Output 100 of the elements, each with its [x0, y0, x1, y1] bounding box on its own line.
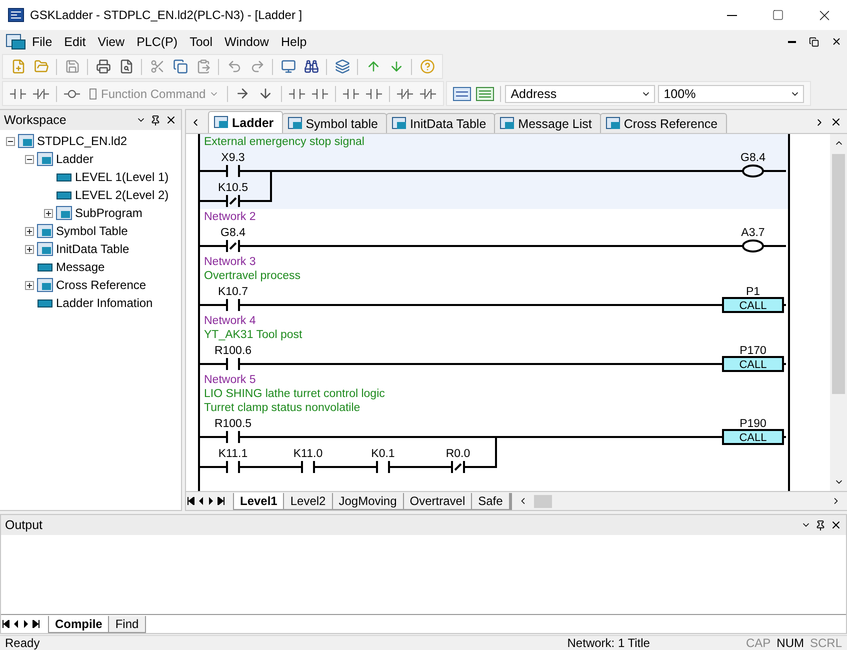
maximize-icon [772, 9, 784, 21]
network-block[interactable]: External emergency stop signal X9.3 K10.5 G8.4 [200, 134, 788, 209]
coil-label: A3.7 [741, 227, 765, 239]
vertical-scrollbar[interactable] [830, 134, 847, 491]
menu-item[interactable]: Window [218, 32, 275, 50]
tree-item[interactable]: LEVEL 2(Level 2) [75, 188, 169, 202]
zoom-dropdown[interactable]: 100% [658, 84, 804, 102]
status-message: Ready [5, 636, 40, 650]
document-tab[interactable]: Symbol table [282, 113, 387, 133]
rung-wire [784, 304, 786, 306]
collapse-icon[interactable] [6, 136, 15, 146]
folder-icon [56, 206, 72, 220]
previous-page-icon [13, 620, 19, 628]
arrow-right-icon [235, 86, 250, 101]
normally-open-contact [299, 460, 317, 474]
coil-symbol [742, 240, 764, 252]
tree-item[interactable]: SubProgram [75, 206, 142, 220]
arrow-down-icon [258, 86, 274, 101]
new-file-icon [10, 59, 26, 74]
document-tab[interactable]: Message List [494, 113, 601, 133]
scrollbar-thumb[interactable] [832, 154, 845, 394]
expand-icon[interactable] [44, 208, 53, 218]
normally-open-contact [224, 164, 242, 178]
contact-label: K10.7 [218, 286, 248, 298]
tree-item[interactable]: STDPLC_EN.ld2 [37, 134, 128, 148]
tree-item[interactable]: Cross Reference [56, 278, 146, 292]
panel-title: Output [5, 518, 44, 532]
contact-icon [288, 88, 305, 100]
contact-icon [342, 88, 359, 100]
closed-contact-icon [420, 88, 436, 100]
network-block[interactable]: Network 2 G8.4 A3.7 [200, 209, 788, 254]
network-title: Network 4 [203, 314, 257, 328]
last-page-button[interactable] [31, 617, 41, 631]
address-dropdown[interactable]: Address [504, 84, 655, 102]
menu-item[interactable]: PLC(P) [130, 32, 184, 50]
next-page-icon [208, 497, 214, 505]
last-page-button[interactable] [216, 494, 226, 508]
last-page-icon [217, 497, 225, 505]
pin-icon[interactable] [150, 114, 161, 126]
minimize-icon [727, 14, 737, 16]
tree-item[interactable]: InitData Table [56, 242, 130, 256]
tab-icon [500, 117, 516, 130]
sheet-tab[interactable]: Level1 [233, 492, 284, 510]
normally-open-contact [224, 357, 242, 371]
contact-label: X9.3 [221, 152, 245, 164]
tree-item[interactable]: Ladder Infomation [56, 296, 153, 310]
tree-item[interactable]: Symbol Table [56, 224, 128, 238]
output-tab[interactable]: Compile [48, 616, 110, 632]
menu-item[interactable]: Help [274, 32, 313, 50]
normally-open-contact [224, 430, 242, 444]
first-page-button[interactable] [1, 617, 11, 631]
menu-item[interactable]: View [92, 32, 131, 50]
document-tab[interactable]: InitData Table [386, 113, 496, 133]
rung-wire [763, 170, 786, 172]
sheet-tab[interactable]: Safe [471, 492, 510, 510]
monitor-icon [280, 59, 296, 74]
menu-item[interactable]: Tool [184, 32, 218, 50]
tree-item[interactable]: LEVEL 1(Level 1) [75, 170, 169, 184]
document-icon [6, 34, 26, 50]
printer-icon [96, 59, 110, 74]
tree-item[interactable]: Ladder [56, 152, 94, 166]
network-comment: Turret clamp status nonvolatile [203, 401, 362, 415]
first-page-icon [187, 497, 195, 505]
pin-icon[interactable] [815, 520, 826, 530]
network-title: Network 2 [203, 210, 257, 224]
coil-label: G8.4 [740, 152, 766, 164]
expand-icon[interactable] [25, 244, 34, 254]
close-icon[interactable] [830, 116, 842, 128]
comment-view-icon [476, 86, 494, 100]
document-tab[interactable]: Ladder [208, 111, 283, 133]
close-icon[interactable] [830, 519, 842, 531]
contact-label: K10.5 [218, 182, 248, 194]
key-indicator: SCRL [810, 636, 842, 650]
normally-closed-contact [224, 239, 242, 253]
rung-wire [763, 245, 786, 247]
help-icon [420, 59, 434, 74]
network-title: Network 3 [203, 255, 257, 269]
output-tab[interactable]: Find [108, 616, 146, 632]
expand-icon[interactable] [25, 226, 34, 236]
folder-icon [37, 152, 53, 166]
menu-item[interactable]: Edit [58, 32, 92, 50]
call-label: P190 [740, 418, 766, 430]
network-block[interactable]: Network 5 LIO SHING lathe turret control logic Turret clamp status nonvolatile R100.5 K11.1 K11.0 K0.1 R0.0 P190 CALL [200, 372, 788, 475]
network-block[interactable]: Network 4 YT_AK31 Tool post R100.6 P170 CALL [200, 313, 788, 372]
scrollbar-thumb[interactable] [534, 494, 552, 508]
expand-icon[interactable] [25, 280, 34, 290]
first-page-button[interactable] [186, 494, 196, 508]
network-block[interactable]: Network 3 Overtravel process K10.7 P1 CALL [200, 254, 788, 313]
contact-label: G8.4 [220, 227, 246, 239]
scissors-icon [150, 59, 164, 74]
document-tab[interactable]: Cross Reference [600, 113, 727, 133]
tree-item[interactable]: Message [56, 260, 105, 274]
normally-open-contact [224, 460, 242, 474]
arrow-down-icon [388, 59, 404, 74]
tab-icon [214, 116, 229, 129]
menu-item[interactable]: File [26, 32, 58, 50]
network-comment: Overtravel process [203, 269, 302, 283]
call-block: CALL [722, 356, 784, 372]
collapse-icon[interactable] [25, 154, 34, 164]
close-icon[interactable] [165, 114, 177, 126]
